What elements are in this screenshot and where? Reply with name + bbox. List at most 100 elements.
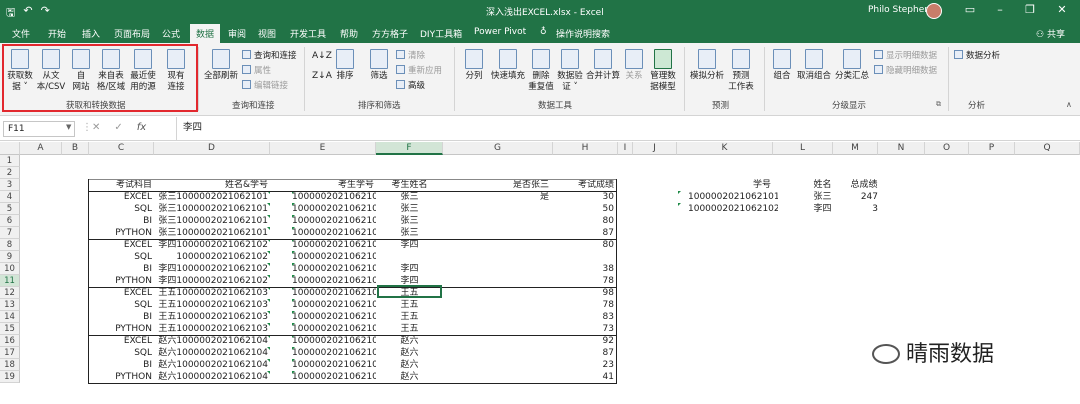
header-student-name[interactable]: 考生姓名	[376, 179, 443, 191]
cell-name-id[interactable]: 1000002021062102	[154, 251, 268, 263]
filter-button[interactable]: 筛选	[366, 49, 392, 82]
cell-score[interactable]: 98	[553, 287, 614, 299]
cell-student-name[interactable]: 赵六	[376, 359, 443, 371]
cell-subject[interactable]: SQL	[89, 203, 152, 215]
flash-fill-button[interactable]: 快速填充	[490, 49, 526, 82]
cell-name-id[interactable]: 王五1000002021062103	[154, 299, 268, 311]
row-header[interactable]: 12	[0, 287, 20, 299]
cell-is-zhangsan[interactable]	[443, 323, 549, 335]
cell-student-name[interactable]: 张三	[376, 215, 443, 227]
column-header[interactable]: A	[20, 142, 62, 155]
summary-name[interactable]: 张三	[800, 191, 845, 203]
tab-file[interactable]: 文件	[12, 27, 30, 40]
cell-student-id[interactable]: 1000002021062104	[292, 371, 376, 383]
cell-name-id[interactable]: 王五1000002021062103	[154, 323, 268, 335]
column-header[interactable]: P	[969, 142, 1015, 155]
active-cell-F11[interactable]	[377, 285, 442, 298]
cell-student-name[interactable]: 赵六	[376, 347, 443, 359]
cell-score[interactable]	[553, 251, 614, 263]
column-header[interactable]: M	[833, 142, 878, 155]
what-if-analysis-button[interactable]: 模拟分析	[690, 49, 724, 82]
row-header[interactable]: 8	[0, 239, 20, 251]
header-is-zhangsan[interactable]: 是否张三	[443, 179, 549, 191]
column-header[interactable]: K	[677, 142, 773, 155]
row-header-selected[interactable]: 11	[0, 275, 20, 287]
tab-page-layout[interactable]: 页面布局	[114, 27, 150, 40]
tab-review[interactable]: 审阅	[228, 27, 246, 40]
user-name[interactable]: Philo Stephen	[868, 5, 930, 15]
row-header[interactable]: 10	[0, 263, 20, 275]
column-header[interactable]: E	[270, 142, 376, 155]
cell-score[interactable]: 23	[553, 359, 614, 371]
cell-student-id[interactable]: 1000002021062104	[292, 347, 376, 359]
cell-name-id[interactable]: 赵六1000002021062104	[154, 347, 268, 359]
tell-me-search[interactable]: 操作说明搜索	[556, 27, 610, 40]
row-header[interactable]: 16	[0, 335, 20, 347]
row-header[interactable]: 15	[0, 323, 20, 335]
cell-name-id[interactable]: 李四1000002021062102	[154, 239, 268, 251]
cell-student-id[interactable]: 1000002021062101	[292, 203, 376, 215]
row-header[interactable]: 7	[0, 227, 20, 239]
column-header[interactable]: H	[553, 142, 618, 155]
cell-student-name[interactable]: 王五	[376, 299, 443, 311]
tab-developer[interactable]: 开发工具	[290, 27, 326, 40]
cell-student-name[interactable]: 张三	[376, 191, 443, 203]
data-analysis-button[interactable]: 数据分析	[954, 50, 1000, 62]
cell-is-zhangsan[interactable]	[443, 275, 549, 287]
restore-icon[interactable]: ❐	[1020, 3, 1040, 16]
sort-button[interactable]: 排序	[332, 49, 358, 82]
cell-student-name[interactable]	[376, 251, 443, 263]
queries-connections-button[interactable]: 查询和连接	[242, 50, 297, 62]
cell-name-id[interactable]: 张三1000002021062101	[154, 191, 268, 203]
cell-student-id[interactable]: 1000002021062102	[292, 275, 376, 287]
close-icon[interactable]: ✕	[1052, 3, 1072, 16]
consolidate-button[interactable]: 合并计算	[586, 49, 620, 82]
cell-score[interactable]: 80	[553, 215, 614, 227]
cell-score[interactable]: 78	[553, 299, 614, 311]
cell-score[interactable]: 87	[553, 227, 614, 239]
cell-name-id[interactable]: 王五1000002021062103	[154, 287, 268, 299]
summary-total[interactable]: 247	[840, 191, 878, 203]
row-header[interactable]: 13	[0, 299, 20, 311]
name-box-dropdown-icon[interactable]: ▼	[66, 123, 71, 131]
cell-name-id[interactable]: 王五1000002021062103	[154, 311, 268, 323]
save-icon[interactable]: 🖫	[6, 4, 15, 23]
cell-is-zhangsan[interactable]	[443, 287, 549, 299]
cell-subject[interactable]: EXCEL	[89, 191, 152, 203]
cell-subject[interactable]: EXCEL	[89, 239, 152, 251]
summary-header-name[interactable]: 姓名	[800, 179, 845, 191]
tab-formulas[interactable]: 公式	[162, 27, 180, 40]
cell-student-name[interactable]: 赵六	[376, 335, 443, 347]
name-box[interactable]: F11	[3, 121, 75, 137]
row-header[interactable]: 19	[0, 371, 20, 383]
cell-student-id[interactable]: 1000002021062103	[292, 311, 376, 323]
row-header[interactable]: 9	[0, 251, 20, 263]
tab-insert[interactable]: 插入	[82, 27, 100, 40]
cell-is-zhangsan[interactable]	[443, 311, 549, 323]
row-header[interactable]: 1	[0, 155, 20, 167]
cell-score[interactable]: 87	[553, 347, 614, 359]
cell-score[interactable]: 38	[553, 263, 614, 275]
cell-subject[interactable]: EXCEL	[89, 287, 152, 299]
cell-is-zhangsan[interactable]: 是	[443, 191, 549, 203]
tab-help[interactable]: 帮助	[340, 27, 358, 40]
cell-student-name[interactable]: 李四	[376, 263, 443, 275]
column-header[interactable]: N	[878, 142, 925, 155]
summary-id[interactable]: 1000002021062101	[688, 191, 778, 203]
cell-student-name[interactable]: 赵六	[376, 371, 443, 383]
formula-input[interactable]: 李四	[176, 117, 1076, 140]
column-header[interactable]: O	[925, 142, 969, 155]
cell-subject[interactable]: BI	[89, 311, 152, 323]
cell-name-id[interactable]: 赵六1000002021062104	[154, 371, 268, 383]
sort-za-icon[interactable]: Z↓A	[312, 71, 332, 82]
share-button[interactable]: ⚇ 共享	[1036, 27, 1065, 40]
column-header[interactable]: Q	[1015, 142, 1080, 155]
select-all-corner[interactable]	[0, 142, 20, 155]
manage-data-model-button[interactable]: 管理数 据模型	[648, 49, 678, 93]
redo-icon[interactable]: ↷	[41, 4, 50, 23]
tab-view[interactable]: 视图	[258, 27, 276, 40]
cell-is-zhangsan[interactable]	[443, 215, 549, 227]
sort-az-icon[interactable]: A↓Z	[312, 51, 332, 62]
cell-is-zhangsan[interactable]	[443, 203, 549, 215]
cell-student-id[interactable]: 1000002021062102	[292, 251, 376, 263]
